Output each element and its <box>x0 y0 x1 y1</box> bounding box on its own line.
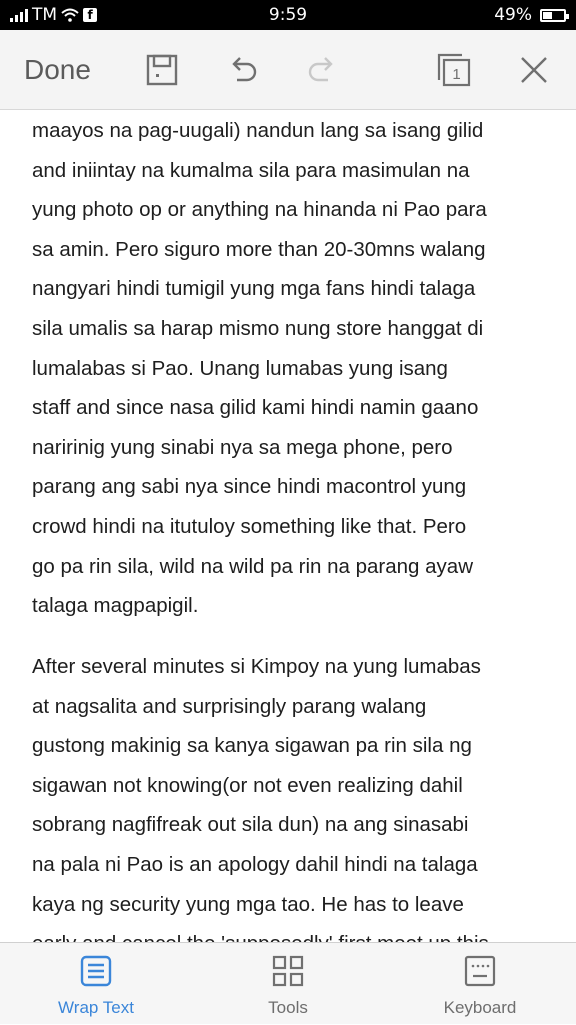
text-line: go pa rin sila, wild na wild pa rin na p… <box>32 554 474 578</box>
keyboard-icon <box>464 955 496 987</box>
grid-tools-icon <box>272 955 304 987</box>
text-line: parang ang sabi nya since hindi macontro… <box>32 475 467 499</box>
text-line: and iniintay na kumalma sila para masimu… <box>32 158 470 182</box>
text-line: sigawan not knowing(or not even realizin… <box>32 773 463 797</box>
text-line: talaga magpapigil. <box>32 594 199 618</box>
page-count: 1 <box>452 66 460 83</box>
text-line: na pala ni Pao is an apology dahil hindi… <box>32 852 478 876</box>
text-line: sa amin. Pero siguro more than 20-30mns … <box>32 237 486 261</box>
wrap-text-label: Wrap Text <box>58 998 134 1017</box>
paragraph: After several minutes si Kimpoy na yung … <box>32 647 552 942</box>
battery-icon <box>540 8 569 22</box>
keyboard-button[interactable]: Keyboard <box>400 943 560 1025</box>
bottom-toolbar: Wrap Text Tools Keyboard <box>0 942 576 1024</box>
wrap-text-button[interactable]: Wrap Text <box>16 943 176 1025</box>
keyboard-label: Keyboard <box>443 998 517 1017</box>
tools-label: Tools <box>268 998 308 1017</box>
undo-icon[interactable] <box>225 52 261 88</box>
text-line: After several minutes si Kimpoy na yung … <box>32 655 481 678</box>
tools-button[interactable]: Tools <box>208 943 368 1025</box>
pages-icon[interactable]: 1 <box>436 52 472 88</box>
status-right: 49% <box>494 5 569 25</box>
text-line: at nagsalita and surprisingly parang wal… <box>32 694 427 718</box>
text-line: naririnig yung sinabi nya sa mega phone,… <box>32 435 453 459</box>
paragraph: maayos na pag-uugali) nandun lang sa isa… <box>32 111 552 626</box>
text-line: yung photo op or anything na hinanda ni … <box>32 198 487 222</box>
text-line: maayos na pag-uugali) nandun lang sa isa… <box>32 119 484 142</box>
battery-percent: 49% <box>494 5 532 25</box>
status-bar: TM f 9:59 49% <box>0 0 576 30</box>
save-icon[interactable] <box>144 52 180 88</box>
text-line: gustong makinig sa kanya sigawan pa rin … <box>32 734 472 758</box>
done-button[interactable]: Done <box>24 54 91 86</box>
text-line: staff and since nasa gilid kami hindi na… <box>32 396 479 420</box>
text-line: crowd hindi na itutuloy something like t… <box>32 514 467 538</box>
text-line: sila umalis sa harap mismo nung store ha… <box>32 316 484 340</box>
text-line: early and cancel the 'supposedly' first … <box>32 932 489 942</box>
text-line: nangyari hindi tumigil yung mga fans hin… <box>32 277 476 301</box>
editor-toolbar: Done 1 <box>0 30 576 110</box>
close-icon[interactable] <box>516 52 552 88</box>
document-body[interactable]: maayos na pag-uugali) nandun lang sa isa… <box>0 110 576 942</box>
text-line: kaya ng security yung mga tao. He has to… <box>32 892 464 916</box>
wrap-text-icon <box>80 955 112 987</box>
text-line: lumalabas si Pao. Unang lumabas yung isa… <box>32 356 448 380</box>
text-line: sobrang nagfifreak out sila dun) na ang … <box>32 813 469 837</box>
status-time: 9:59 <box>268 5 308 25</box>
redo-icon[interactable] <box>304 52 340 88</box>
